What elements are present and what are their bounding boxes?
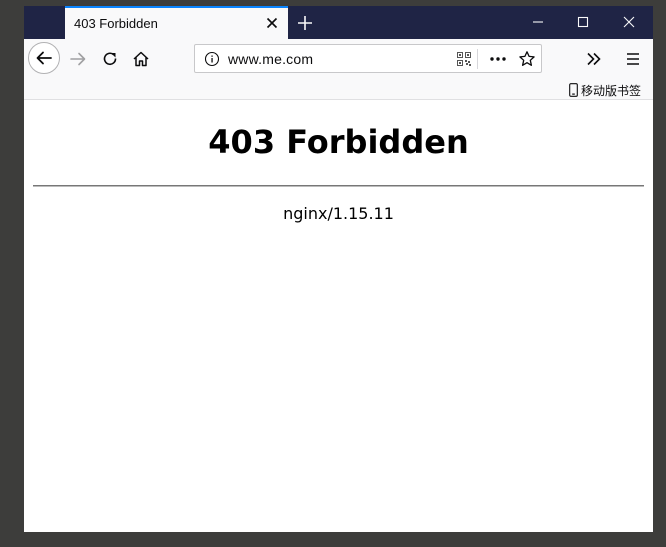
mobile-bookmarks-label: 移动版书签 — [581, 83, 642, 98]
more-icon[interactable] — [489, 55, 507, 63]
hamburger-menu-icon[interactable] — [624, 50, 642, 68]
title-bar: 403 Forbidden — [24, 6, 653, 39]
address-bar[interactable]: www.me.com — [194, 44, 542, 73]
navigation-bar: www.me.com — [24, 39, 653, 81]
overflow-chevrons-icon[interactable] — [585, 50, 603, 68]
page-content: 403 Forbidden nginx/1.15.11 — [24, 100, 653, 532]
star-icon[interactable] — [518, 50, 536, 68]
page-heading: 403 Forbidden — [208, 123, 469, 161]
close-window-icon[interactable] — [622, 15, 636, 29]
info-icon[interactable] — [204, 51, 220, 67]
close-icon[interactable] — [264, 15, 280, 31]
address-bar-separator — [477, 49, 478, 69]
back-arrow-icon — [36, 51, 52, 65]
bookmarks-bar: 移动版书签 — [24, 81, 653, 100]
mobile-bookmarks-button[interactable]: 移动版书签 — [569, 81, 641, 99]
plus-icon[interactable] — [295, 13, 315, 33]
maximize-icon[interactable] — [576, 15, 590, 29]
tab-active[interactable]: 403 Forbidden — [65, 6, 288, 39]
forward-arrow-icon[interactable] — [69, 50, 87, 68]
qr-code-icon[interactable] — [457, 52, 471, 66]
reload-icon[interactable] — [101, 50, 119, 68]
home-icon[interactable] — [132, 50, 150, 68]
server-signature: nginx/1.15.11 — [283, 204, 394, 223]
back-button[interactable] — [28, 42, 60, 74]
phone-icon — [569, 83, 578, 97]
minimize-icon[interactable] — [531, 15, 545, 29]
url-text[interactable]: www.me.com — [228, 51, 313, 67]
tab-title: 403 Forbidden — [74, 16, 158, 31]
browser-window: 403 Forbidden www.me.com 移动版书签 403 Forbi… — [24, 6, 653, 532]
horizontal-rule — [33, 185, 644, 187]
